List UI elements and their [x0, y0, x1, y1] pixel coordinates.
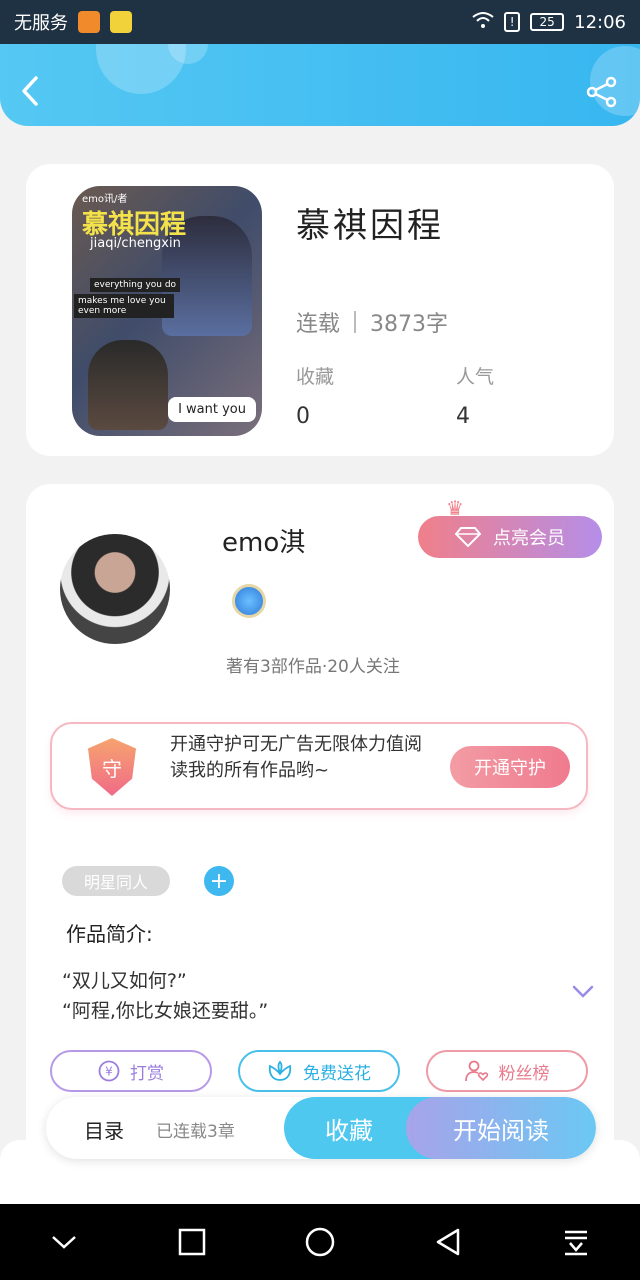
word-count: 3873字	[370, 312, 449, 337]
diamond-icon	[455, 527, 481, 547]
plus-icon: +	[209, 868, 229, 894]
author-card: emo淇 ♛ 点亮会员 著有3部作品·20人关注 守 开通守护可无广告无限体力值…	[26, 484, 614, 1204]
guard-promo-text: 开通守护可无广告无限体力值阅读我的所有作品哟~	[170, 734, 422, 781]
nav-collapse-button[interactable]	[34, 1212, 94, 1272]
add-tag-button[interactable]: +	[204, 866, 234, 896]
top-header	[0, 44, 640, 126]
carrier-text: 无服务	[14, 13, 68, 34]
pull-down-icon	[565, 1230, 587, 1256]
divider	[354, 311, 357, 333]
circle-icon	[305, 1227, 335, 1257]
serial-status: 连载	[296, 312, 341, 337]
square-icon	[178, 1228, 206, 1256]
intro-line-1: “双儿又如何?”	[62, 970, 187, 992]
svg-text:¥: ¥	[105, 1065, 113, 1079]
cover-tag: emo讯/者	[82, 194, 128, 205]
start-reading-label: 开始阅读	[453, 1116, 549, 1145]
vip-button[interactable]: 点亮会员	[418, 516, 602, 558]
book-title: 慕祺因程	[296, 206, 444, 246]
system-nav-bar	[0, 1204, 640, 1280]
start-reading-button[interactable]: 开始阅读	[406, 1097, 596, 1159]
free-flower-button-label: 免费送花	[303, 1063, 371, 1084]
author-name[interactable]: emo淇	[222, 522, 305, 559]
cover-figure-secondary	[88, 340, 168, 430]
popularity-label: 人气	[456, 366, 495, 388]
chapter-progress: 已连载3章	[156, 1122, 235, 1142]
cover-subtitle: jiaqi/chengxin	[90, 236, 181, 251]
video-app-icon	[78, 11, 100, 33]
chevron-left-icon	[22, 76, 38, 106]
fans-ranking-button-label: 粉丝榜	[498, 1063, 550, 1084]
alert-icon: !	[504, 12, 521, 32]
fans-ranking-button[interactable]: 粉丝榜	[426, 1050, 588, 1092]
battery-icon: 25	[530, 13, 565, 31]
nav-back-button[interactable]	[418, 1212, 478, 1272]
flower-icon	[268, 1060, 292, 1081]
intro-label: 作品简介:	[66, 922, 153, 946]
reward-button[interactable]: ¥ 打赏	[50, 1050, 212, 1092]
intro-line-2: “阿程,你比女娘还要甜。”	[62, 1000, 269, 1022]
nav-home-button[interactable]	[290, 1212, 350, 1272]
guard-promo: 守 开通守护可无广告无限体力值阅读我的所有作品哟~ 开通守护	[50, 722, 588, 810]
book-info-card: emo讯/者 慕祺因程 jiaqi/chengxin everything yo…	[26, 164, 614, 456]
free-flower-button[interactable]: 免费送花	[238, 1050, 400, 1092]
book-cover[interactable]: emo讯/者 慕祺因程 jiaqi/chengxin everything yo…	[72, 186, 262, 436]
favorites-label: 收藏	[296, 366, 335, 388]
book-status-row: 连载 3873字	[296, 306, 448, 338]
wifi-icon	[472, 11, 494, 34]
favorites-value: 0	[296, 404, 310, 429]
chat-app-icon	[110, 11, 132, 33]
share-icon	[586, 76, 617, 108]
open-guard-button[interactable]: 开通守护	[450, 746, 570, 788]
shield-icon: 守	[88, 738, 136, 796]
cover-caption-2: makes me love you even more	[74, 294, 174, 318]
tag-chip[interactable]: 明星同人	[62, 866, 170, 896]
cover-caption-1: everything you do	[90, 278, 181, 292]
shield-icon-char: 守	[102, 756, 122, 781]
catalog-button[interactable]: 目录	[84, 1115, 124, 1144]
author-badge-icon	[232, 584, 266, 618]
nav-notification-button[interactable]	[546, 1212, 606, 1272]
back-button[interactable]	[20, 74, 40, 117]
coin-icon: ¥	[98, 1060, 120, 1082]
vip-button-label: 点亮会员	[493, 528, 565, 549]
collect-button-label: 收藏	[325, 1116, 373, 1145]
bottom-action-bar: 目录 已连载3章 收藏 开始阅读	[46, 1097, 596, 1159]
reward-button-label: 打赏	[130, 1063, 164, 1084]
author-avatar[interactable]	[60, 534, 170, 644]
user-heart-icon	[464, 1060, 488, 1082]
chevron-down-icon	[572, 985, 594, 998]
status-bar: 无服务 ! 25 12:06	[0, 0, 640, 44]
nav-recents-button[interactable]	[162, 1212, 222, 1272]
expand-intro-button[interactable]	[572, 980, 594, 1004]
cover-speech-bubble: I want you	[168, 397, 256, 422]
chevron-down-icon	[52, 1236, 76, 1249]
share-button[interactable]	[586, 76, 618, 108]
author-meta: 著有3部作品·20人关注	[226, 657, 400, 677]
triangle-back-icon	[436, 1228, 460, 1256]
clock: 12:06	[574, 11, 626, 33]
popularity-value: 4	[456, 404, 470, 429]
